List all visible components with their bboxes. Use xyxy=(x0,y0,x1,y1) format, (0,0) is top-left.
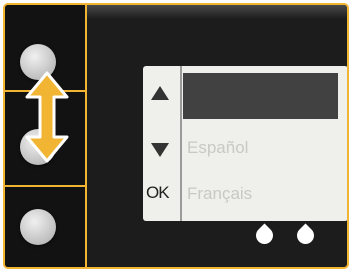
printer-control-panel: OK Español Français xyxy=(3,3,349,269)
lcd-separator xyxy=(180,66,182,221)
lcd-screen: OK Español Français xyxy=(143,66,347,221)
ok-label: OK xyxy=(146,183,170,202)
language-item[interactable]: Français xyxy=(187,184,252,204)
screen-bezel xyxy=(87,5,347,19)
button-divider xyxy=(5,185,85,187)
ink-drop-icon xyxy=(252,223,277,248)
language-item-selected[interactable] xyxy=(183,73,338,119)
panel-divider xyxy=(85,5,87,267)
up-arrow-icon xyxy=(151,86,169,100)
language-item[interactable]: Español xyxy=(187,138,248,158)
bottom-button[interactable] xyxy=(20,209,56,245)
down-arrow-icon xyxy=(151,143,169,157)
ink-drop-icon xyxy=(293,223,318,248)
up-down-arrow-icon xyxy=(25,71,69,163)
lcd-navigation-column: OK xyxy=(143,66,180,221)
